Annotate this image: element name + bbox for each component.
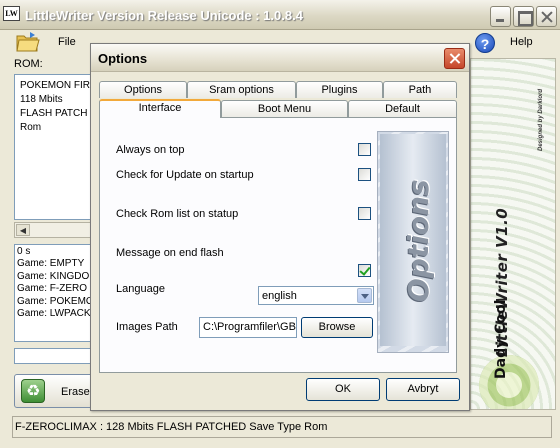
rom-line: Rom [20,122,42,133]
menu-help[interactable]: Help [510,36,533,48]
main-titlebar: LW LittleWriter Version Release Unicode … [0,0,560,30]
rom-info-box: POKEMON FIR 118 Mbits FLASH PATCH Rom [14,74,96,220]
always-on-top-checkbox[interactable] [358,143,371,156]
check-rom-list-checkbox[interactable] [358,207,371,220]
rom-line: FLASH PATCH [20,108,88,119]
recycle-icon [21,379,45,403]
scroll-left-icon[interactable]: ◀ [16,224,30,236]
banner-logo-circle [479,355,539,409]
erase-button[interactable]: Erase [14,374,96,408]
list-item: Game: EMPTY [17,258,85,270]
brand-banner: LittleWriter V1.0 Designed by Darklord D… [470,58,556,410]
always-on-top-label: Always on top [116,144,185,156]
check-update-label: Check for Update on startup [116,169,254,181]
banner-logo-text: Dady Cool [493,299,509,379]
banner-designed-text: Designed by Darklord [538,88,544,151]
log-list[interactable]: 0 s Game: EMPTY Game: KINGDO Game: F-ZER… [14,244,96,342]
list-item: Game: LWPACK [17,308,91,320]
options-art-text: Options [402,179,435,302]
chevron-down-icon[interactable] [357,288,372,303]
tab-options[interactable]: Options [99,81,187,98]
message-end-flash-checkbox[interactable] [358,264,371,277]
rom-label: ROM: [14,58,43,70]
open-folder-icon[interactable] [16,31,40,53]
images-path-label: Images Path [116,321,178,333]
interface-panel: Always on top Check for Update on startu… [99,117,457,373]
window-title: LittleWriter Version Release Unicode : 1… [25,8,303,23]
list-item: Game: KINGDO [17,270,90,282]
dialog-close-button[interactable] [444,48,465,69]
maximize-button[interactable] [513,6,534,27]
cancel-button[interactable]: Avbryt [386,378,460,401]
rom-line: 118 Mbits [20,94,63,105]
tab-plugins[interactable]: Plugins [296,81,383,98]
horizontal-scrollbar[interactable]: ◀ [14,222,96,238]
tab-boot-menu[interactable]: Boot Menu [221,100,348,117]
tab-sram-options[interactable]: Sram options [187,81,296,98]
list-item: Game: POKEMO [17,295,94,307]
options-dialog: Options Options Sram options Plugins Pat… [90,43,470,411]
ok-button[interactable]: OK [306,378,380,401]
status-bar: F-ZEROCLIMAX : 128 Mbits FLASH PATCHED S… [12,416,552,438]
dialog-title: Options [98,51,148,66]
app-icon: LW [3,6,20,21]
erase-label: Erase [61,386,90,398]
rom-line: POKEMON FIR [20,80,91,91]
options-artwork: Options [377,131,449,353]
language-label: Language [116,283,165,295]
tab-default[interactable]: Default [348,100,457,117]
check-rom-list-label: Check Rom list on statup [116,208,239,220]
message-end-flash-label: Message on end flash [116,247,224,259]
minimize-button[interactable] [490,6,511,27]
check-update-checkbox[interactable] [358,168,371,181]
language-value: english [262,290,297,302]
language-select[interactable]: english [258,286,374,305]
progress-bar [14,348,96,364]
images-path-input[interactable]: C:\Programfiler\GB [199,317,297,338]
help-icon[interactable]: ? [475,33,495,53]
browse-button[interactable]: Browse [301,317,373,338]
menu-file[interactable]: File [58,36,76,48]
close-button[interactable] [536,6,557,27]
dialog-titlebar: Options [91,44,469,72]
list-item: Game: F-ZERO [17,283,88,295]
list-item: 0 s [17,246,31,257]
tab-path[interactable]: Path [383,81,457,98]
tab-interface[interactable]: Interface [99,99,221,118]
